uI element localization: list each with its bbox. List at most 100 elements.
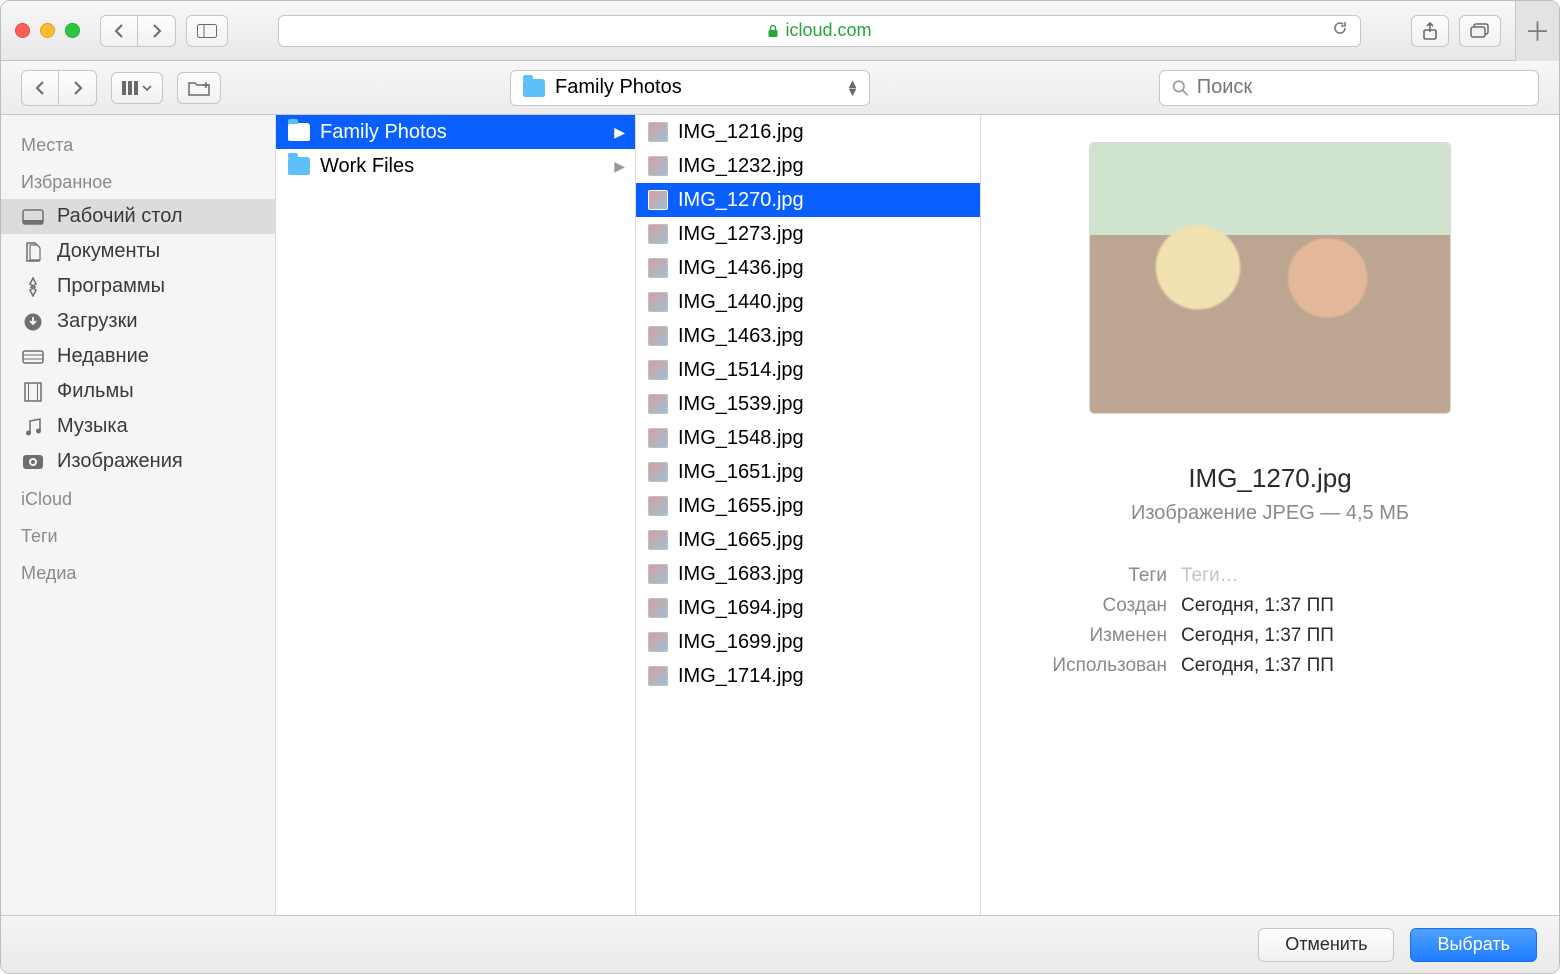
file-label: IMG_1232.jpg — [678, 155, 804, 178]
folder-label: Work Files — [320, 155, 414, 178]
preview-metadata: Теги Теги… Создан Сегодня, 1:37 ПП Измен… — [1007, 561, 1533, 681]
downloads-icon — [21, 312, 45, 332]
sidebar: МестаИзбранное Рабочий стол Документы Прогр… — [1, 115, 276, 915]
meta-tags-value[interactable]: Теги… — [1181, 565, 1239, 587]
file-label: IMG_1665.jpg — [678, 529, 804, 552]
documents-icon — [21, 242, 45, 262]
file-item[interactable]: IMG_1694.jpg — [636, 591, 980, 625]
cancel-button[interactable]: Отменить — [1258, 928, 1394, 962]
preview-pane: IMG_1270.jpg Изображение JPEG — 4,5 МБ Т… — [981, 115, 1559, 915]
file-picker-sheet: Family Photos ▲▼ МестаИзбранное Рабочий с… — [1, 61, 1559, 973]
file-label: IMG_1539.jpg — [678, 393, 804, 416]
search-icon — [1172, 79, 1189, 97]
file-label: IMG_1463.jpg — [678, 325, 804, 348]
address-bar[interactable]: icloud.com — [278, 15, 1361, 47]
picker-forward-button[interactable] — [59, 70, 97, 106]
file-item[interactable]: IMG_1665.jpg — [636, 523, 980, 557]
folder-icon — [288, 123, 310, 141]
file-item[interactable]: IMG_1440.jpg — [636, 285, 980, 319]
file-label: IMG_1270.jpg — [678, 189, 804, 212]
files-column: IMG_1216.jpg IMG_1232.jpg IMG_1270.jpg IMG_… — [636, 115, 981, 915]
recents-icon — [21, 347, 45, 367]
share-button[interactable] — [1411, 15, 1449, 47]
file-item[interactable]: IMG_1436.jpg — [636, 251, 980, 285]
fullscreen-window-button[interactable] — [65, 23, 80, 38]
picker-back-button[interactable] — [21, 70, 59, 106]
file-item[interactable]: IMG_1699.jpg — [636, 625, 980, 659]
folder-icon — [288, 157, 310, 175]
file-item[interactable]: IMG_1514.jpg — [636, 353, 980, 387]
file-label: IMG_1514.jpg — [678, 359, 804, 382]
sidebar-item-label: Изображения — [57, 450, 183, 473]
folder-item[interactable]: Family Photos▶ — [276, 115, 635, 149]
sidebar-item-label: Рабочий стол — [57, 205, 183, 228]
file-item[interactable]: IMG_1548.jpg — [636, 421, 980, 455]
file-thumbnail-icon — [648, 666, 668, 686]
music-icon — [21, 417, 45, 437]
file-thumbnail-icon — [648, 632, 668, 652]
close-window-button[interactable] — [15, 23, 30, 38]
tabs-button[interactable] — [1459, 15, 1501, 47]
sidebar-toggle-button[interactable] — [186, 15, 228, 47]
sidebar-item[interactable]: Программы — [1, 269, 275, 304]
stepper-icon: ▲▼ — [846, 80, 859, 96]
file-label: IMG_1216.jpg — [678, 121, 804, 144]
sidebar-header: Места — [1, 125, 275, 162]
desktop-icon — [21, 207, 45, 227]
file-item[interactable]: IMG_1714.jpg — [636, 659, 980, 693]
file-item[interactable]: IMG_1655.jpg — [636, 489, 980, 523]
meta-created-value: Сегодня, 1:37 ПП — [1181, 595, 1334, 617]
chevron-right-icon: ▶ — [614, 158, 625, 175]
sidebar-item[interactable]: Загрузки — [1, 304, 275, 339]
path-popup-button[interactable]: Family Photos ▲▼ — [510, 70, 870, 106]
folders-column: Family Photos▶ Work Files ▶ — [276, 115, 636, 915]
meta-used-label: Использован — [1007, 655, 1167, 677]
sidebar-item[interactable]: Фильмы — [1, 374, 275, 409]
choose-button[interactable]: Выбрать — [1410, 928, 1537, 962]
picker-toolbar: Family Photos ▲▼ — [1, 61, 1559, 115]
file-thumbnail-icon — [648, 598, 668, 618]
folder-icon — [523, 79, 545, 97]
sidebar-item[interactable]: Рабочий стол — [1, 199, 275, 234]
sidebar-item[interactable]: Изображения — [1, 444, 275, 479]
file-label: IMG_1714.jpg — [678, 665, 804, 688]
folder-label: Family Photos — [320, 121, 447, 144]
file-item[interactable]: IMG_1651.jpg — [636, 455, 980, 489]
sidebar-header: Избранное — [1, 162, 275, 199]
sidebar-item[interactable]: Недавние — [1, 339, 275, 374]
file-item[interactable]: IMG_1232.jpg — [636, 149, 980, 183]
view-mode-button[interactable] — [111, 72, 163, 104]
sidebar-header: Теги — [1, 516, 275, 553]
new-folder-button[interactable] — [177, 72, 221, 104]
preview-filename: IMG_1270.jpg — [1188, 463, 1351, 494]
folder-item[interactable]: Work Files ▶ — [276, 149, 635, 183]
file-thumbnail-icon — [648, 394, 668, 414]
file-item[interactable]: IMG_1216.jpg — [636, 115, 980, 149]
back-button[interactable] — [100, 15, 138, 47]
file-thumbnail-icon — [648, 428, 668, 448]
file-item[interactable]: IMG_1273.jpg — [636, 217, 980, 251]
file-thumbnail-icon — [648, 564, 668, 584]
bottom-bar: Отменить Выбрать — [1, 915, 1559, 973]
sidebar-item-label: Музыка — [57, 415, 128, 438]
safari-toolbar: icloud.com ＋ — [1, 1, 1559, 61]
meta-modified-value: Сегодня, 1:37 ПП — [1181, 625, 1334, 647]
search-field[interactable] — [1159, 70, 1539, 106]
reload-button[interactable] — [1332, 20, 1348, 41]
forward-button[interactable] — [138, 15, 176, 47]
movies-icon — [21, 382, 45, 402]
sidebar-item[interactable]: Документы — [1, 234, 275, 269]
file-item[interactable]: IMG_1683.jpg — [636, 557, 980, 591]
file-label: IMG_1699.jpg — [678, 631, 804, 654]
file-item[interactable]: IMG_1463.jpg — [636, 319, 980, 353]
file-label: IMG_1651.jpg — [678, 461, 804, 484]
file-thumbnail-icon — [648, 122, 668, 142]
minimize-window-button[interactable] — [40, 23, 55, 38]
new-tab-button[interactable]: ＋ — [1515, 1, 1559, 61]
sidebar-item[interactable]: Музыка — [1, 409, 275, 444]
file-item[interactable]: IMG_1539.jpg — [636, 387, 980, 421]
search-input[interactable] — [1197, 76, 1526, 99]
sidebar-item-label: Недавние — [57, 345, 149, 368]
file-item[interactable]: IMG_1270.jpg — [636, 183, 980, 217]
sidebar-item-label: Программы — [57, 275, 165, 298]
